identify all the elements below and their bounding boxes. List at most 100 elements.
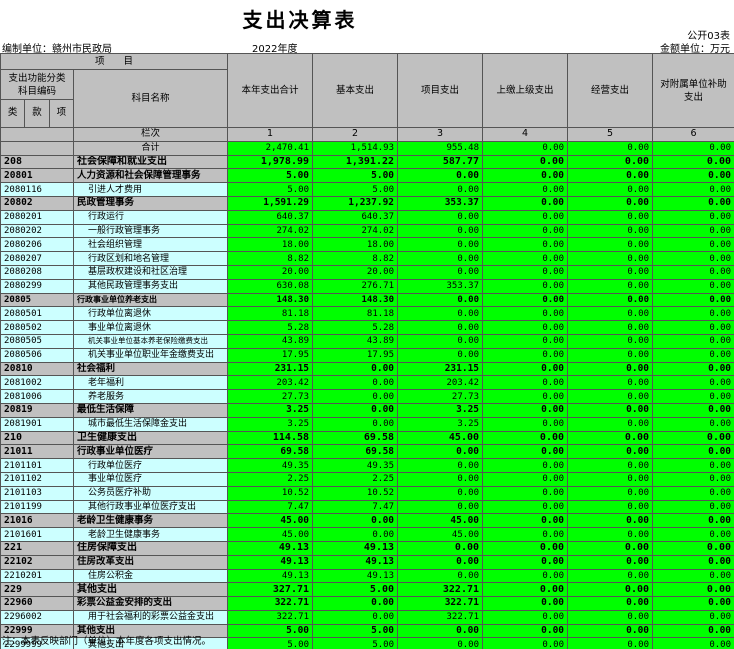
row-value: 1,591.29 xyxy=(227,195,314,211)
row-value: 17.95 xyxy=(227,347,314,363)
row-code: 21016 xyxy=(0,513,74,529)
row-value: 0.00 xyxy=(567,471,654,487)
row-value: 0.00 xyxy=(482,195,569,211)
row-value: 0.00 xyxy=(482,471,569,487)
table-row: 210 卫生健康支出 114.58 69.58 45.00 0.00 0.00 0.00 xyxy=(0,430,734,446)
row-value: 0.00 xyxy=(652,237,734,253)
row-value: 10.52 xyxy=(312,485,399,501)
row-value: 0.00 xyxy=(397,223,484,239)
row-value: 630.08 xyxy=(227,278,314,294)
row-value: 0.00 xyxy=(482,416,569,432)
row-value: 0.00 xyxy=(482,251,569,266)
row-value: 322.71 xyxy=(397,582,484,598)
row-value: 5.00 xyxy=(227,623,314,639)
row-value: 0.00 xyxy=(567,499,654,515)
row-value: 0.00 xyxy=(397,292,484,308)
row-subject-name: 人力资源和社会保障管理事务 xyxy=(72,168,229,184)
row-value: 0.00 xyxy=(482,375,569,391)
row-value: 7.47 xyxy=(312,499,399,515)
total-label: 合计 xyxy=(72,140,229,156)
table-row: 20805 行政事业单位养老支出 148.30 148.30 0.00 0.00 0.00 0… xyxy=(0,292,734,308)
row-code: 2081901 xyxy=(0,416,74,432)
row-value: 0.00 xyxy=(397,306,484,322)
row-value: 8.82 xyxy=(227,251,314,266)
row-value: 20.00 xyxy=(227,264,314,280)
row-value: 0.00 xyxy=(567,637,654,649)
row-subject-name: 其他支出 xyxy=(72,582,229,598)
row-value: 274.02 xyxy=(227,223,314,239)
row-value: 1,391.22 xyxy=(312,154,399,170)
row-value: 0.00 xyxy=(652,264,734,280)
row-subject-name: 其他行政事业单位医疗支出 xyxy=(72,499,229,515)
total-value: 1,514.93 xyxy=(312,140,399,156)
row-subject-name: 社会组织管理 xyxy=(72,237,229,253)
row-value: 5.00 xyxy=(227,637,314,649)
row-subject-name: 老龄卫生健康事务 xyxy=(72,513,229,529)
row-value: 0.00 xyxy=(652,623,734,639)
row-value: 0.00 xyxy=(482,623,569,639)
row-value: 0.00 xyxy=(482,458,569,473)
row-value: 0.00 xyxy=(567,416,654,432)
row-subject-name: 行政运行 xyxy=(72,209,229,225)
row-subject-name: 社会保障和就业支出 xyxy=(72,154,229,170)
row-value: 0.00 xyxy=(652,251,734,266)
header-basic: 基本支出 xyxy=(312,53,399,128)
row-code: 22102 xyxy=(0,554,74,570)
row-value: 640.37 xyxy=(312,209,399,225)
row-value: 81.18 xyxy=(312,306,399,322)
row-code: 22960 xyxy=(0,596,74,611)
table-row: 229 其他支出 327.71 5.00 322.71 0.00 0.00 0.00 xyxy=(0,582,734,598)
row-value: 0.00 xyxy=(567,389,654,404)
header-subject-name: 科目名称 xyxy=(72,69,229,128)
row-code: 2101199 xyxy=(0,499,74,515)
row-value: 0.00 xyxy=(482,527,569,542)
row-value: 0.00 xyxy=(567,582,654,598)
row-value: 231.15 xyxy=(227,361,314,377)
row-subject-name: 彩票公益金安排的支出 xyxy=(72,596,229,611)
page-title: 支出决算表 xyxy=(242,8,358,32)
table-row: 2080116 引进人才费用 5.00 5.00 0.00 0.00 0.00 0.00 xyxy=(0,182,734,197)
row-value: 0.00 xyxy=(312,416,399,432)
row-code: 2101101 xyxy=(0,458,74,473)
row-code: 2080506 xyxy=(0,347,74,363)
row-value: 0.00 xyxy=(567,430,654,446)
row-value: 0.00 xyxy=(652,292,734,308)
table-row: 221 住房保障支出 49.13 49.13 0.00 0.00 0.00 0.00 xyxy=(0,540,734,556)
row-value: 5.00 xyxy=(312,168,399,184)
row-subject-name: 基层政权建设和社区治理 xyxy=(72,264,229,280)
row-subject-name: 公务员医疗补助 xyxy=(72,485,229,501)
row-value: 0.00 xyxy=(397,540,484,556)
row-subject-name: 事业单位医疗 xyxy=(72,471,229,487)
row-code: 2080207 xyxy=(0,251,74,266)
lanci-label: 栏次 xyxy=(72,127,229,142)
row-value: 0.00 xyxy=(567,361,654,377)
row-subject-name: 住房公积金 xyxy=(72,568,229,584)
row-subject-name: 引进人才费用 xyxy=(72,182,229,197)
row-value: 5.28 xyxy=(227,320,314,335)
row-value: 0.00 xyxy=(567,182,654,197)
row-value: 322.71 xyxy=(227,596,314,611)
row-value: 0.00 xyxy=(567,154,654,170)
row-value: 0.00 xyxy=(567,306,654,322)
row-value: 0.00 xyxy=(482,237,569,253)
row-value: 3.25 xyxy=(227,416,314,432)
table-row: 2101199 其他行政事业单位医疗支出 7.47 7.47 0.00 0.00 0.00 0… xyxy=(0,499,734,515)
total-value: 0.00 xyxy=(652,140,734,156)
row-value: 0.00 xyxy=(567,540,654,556)
row-value: 0.00 xyxy=(397,347,484,363)
row-value: 0.00 xyxy=(482,209,569,225)
table-row: 2080505 机关事业单位基本养老保险缴费支出 43.89 43.89 0.00 0.0… xyxy=(0,333,734,349)
row-value: 45.00 xyxy=(227,513,314,529)
row-value: 1,237.92 xyxy=(312,195,399,211)
row-value: 5.00 xyxy=(312,637,399,649)
row-value: 69.58 xyxy=(227,444,314,460)
row-value: 0.00 xyxy=(397,182,484,197)
row-value: 0.00 xyxy=(482,582,569,598)
row-code: 2080201 xyxy=(0,209,74,225)
row-value: 0.00 xyxy=(482,444,569,460)
row-value: 0.00 xyxy=(567,485,654,501)
row-value: 45.00 xyxy=(397,430,484,446)
row-subject-name: 行政单位医疗 xyxy=(72,458,229,473)
row-code: 2101601 xyxy=(0,527,74,542)
row-value: 0.00 xyxy=(397,264,484,280)
